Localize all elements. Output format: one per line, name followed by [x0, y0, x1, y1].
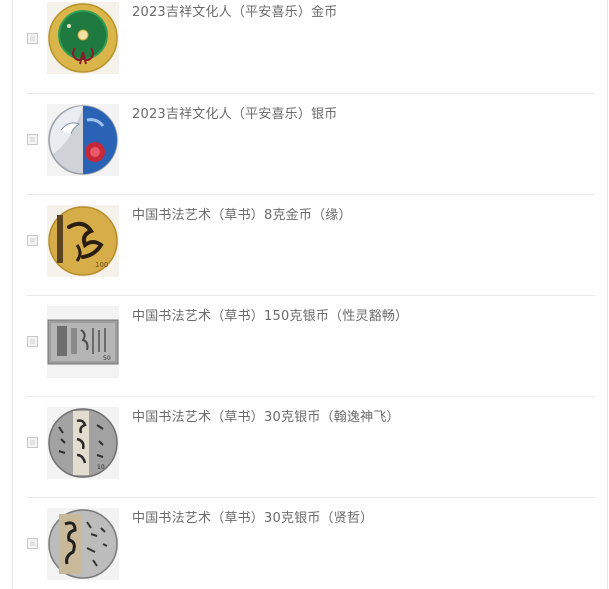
coin-image — [47, 2, 119, 74]
product-thumbnail-silver-coin[interactable] — [47, 104, 119, 176]
product-thumbnail-gold-coin[interactable] — [47, 2, 119, 74]
product-list: 2023吉祥文化人（平安喜乐）金币 2023吉祥文化人（平安喜乐）银币 100 … — [13, 0, 607, 589]
coin-image: 50 — [47, 306, 119, 378]
coin-denomination: 10 — [97, 464, 105, 471]
coin-denomination: 100 — [95, 261, 108, 269]
coin-image: 10 — [47, 407, 119, 479]
item-checkbox[interactable] — [27, 134, 38, 145]
product-title-link[interactable]: 中国书法艺术（草书）8克金币（缘） — [132, 204, 352, 223]
item-checkbox[interactable] — [27, 33, 38, 44]
coin-image — [47, 104, 119, 176]
product-title-link[interactable]: 中国书法艺术（草书）150克银币（性灵豁畅） — [132, 305, 408, 324]
item-checkbox[interactable] — [27, 538, 38, 549]
list-item: 10 中国书法艺术（草书）30克银币（翰逸神飞） — [27, 397, 595, 498]
page: 2023吉祥文化人（平安喜乐）金币 2023吉祥文化人（平安喜乐）银币 100 … — [0, 0, 609, 589]
product-title-link[interactable]: 中国书法艺术（草书）30克银币（贤哲） — [132, 507, 373, 526]
item-checkbox[interactable] — [27, 235, 38, 246]
item-checkbox[interactable] — [27, 437, 38, 448]
list-item: 2023吉祥文化人（平安喜乐）金币 — [27, 0, 595, 94]
coin-image — [47, 508, 119, 580]
product-title-link[interactable]: 2023吉祥文化人（平安喜乐）银币 — [132, 103, 337, 122]
product-thumbnail-silver-coin[interactable]: 10 — [47, 407, 119, 479]
list-item: 中国书法艺术（草书）30克银币（贤哲） — [27, 498, 595, 589]
product-list-panel: 2023吉祥文化人（平安喜乐）金币 2023吉祥文化人（平安喜乐）银币 100 … — [12, 0, 608, 589]
list-item: 50 中国书法艺术（草书）150克银币（性灵豁畅） — [27, 296, 595, 397]
list-item: 2023吉祥文化人（平安喜乐）银币 — [27, 94, 595, 195]
product-thumbnail-silver-coin[interactable] — [47, 508, 119, 580]
list-item: 100 中国书法艺术（草书）8克金币（缘） — [27, 195, 595, 296]
product-thumbnail-rectangular-silver-coin[interactable]: 50 — [47, 306, 119, 378]
product-title-link[interactable]: 中国书法艺术（草书）30克银币（翰逸神飞） — [132, 406, 400, 425]
coin-denomination: 50 — [103, 355, 111, 362]
product-title-link[interactable]: 2023吉祥文化人（平安喜乐）金币 — [132, 1, 337, 20]
product-thumbnail-gold-coin[interactable]: 100 — [47, 205, 119, 277]
item-checkbox[interactable] — [27, 336, 38, 347]
coin-image: 100 — [47, 205, 119, 277]
